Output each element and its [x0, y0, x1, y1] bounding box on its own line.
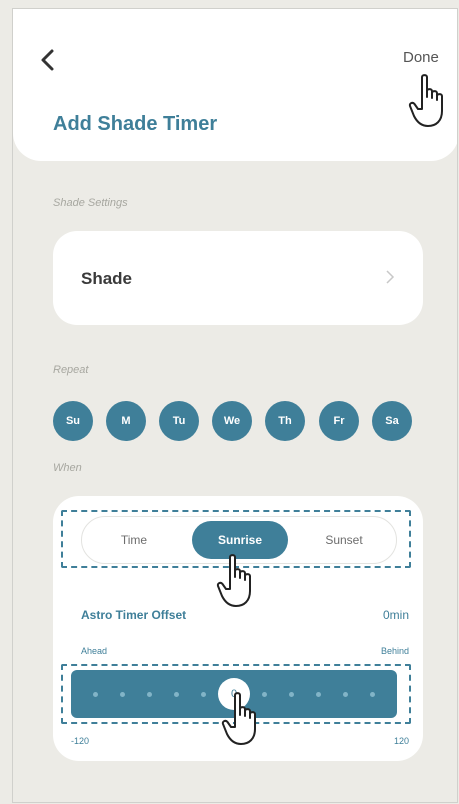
done-button[interactable]: Done	[403, 49, 439, 66]
slider-tick	[174, 692, 179, 697]
slider-max-label: 120	[393, 736, 409, 746]
slider-min-label: -120	[71, 736, 90, 746]
chevron-right-icon	[386, 270, 395, 284]
mode-time[interactable]: Time	[82, 517, 186, 563]
shade-row[interactable]: Shade	[53, 231, 423, 325]
slider-tick	[93, 692, 98, 697]
day-tuesday[interactable]: Tu	[159, 401, 199, 441]
hand-pointer-icon	[216, 554, 251, 607]
behind-label: Behind	[380, 646, 409, 656]
page-title: Add Shade Timer	[53, 113, 218, 135]
phone-screen: Done Add Shade Timer Shade Settings Shad…	[12, 8, 458, 803]
slider-tick	[343, 692, 348, 697]
slider-tick	[316, 692, 321, 697]
day-friday[interactable]: Fr	[319, 401, 359, 441]
slider-tick	[289, 692, 294, 697]
day-saturday[interactable]: Sa	[372, 401, 412, 441]
when-label: When	[53, 462, 82, 474]
hand-pointer-icon	[221, 692, 256, 745]
shade-label: Shade	[81, 269, 133, 288]
slider-tick	[147, 692, 152, 697]
chevron-left-icon	[41, 49, 54, 71]
header: Done Add Shade Timer	[13, 9, 457, 161]
day-thursday[interactable]: Th	[265, 401, 305, 441]
slider-tick	[370, 692, 375, 697]
day-sunday[interactable]: Su	[53, 401, 93, 441]
repeat-days: Su M Tu We Th Fr Sa	[53, 401, 425, 441]
back-button[interactable]	[37, 47, 61, 73]
day-monday[interactable]: M	[106, 401, 146, 441]
ahead-label: Ahead	[81, 646, 108, 656]
shade-settings-label: Shade Settings	[53, 197, 128, 209]
slider-tick	[120, 692, 125, 697]
day-wednesday[interactable]: We	[212, 401, 252, 441]
offset-label: Astro Timer Offset	[81, 608, 187, 622]
hand-pointer-icon	[408, 74, 443, 127]
slider-tick	[201, 692, 206, 697]
offset-value: 0min	[382, 608, 409, 622]
mode-sunset[interactable]: Sunset	[294, 517, 394, 563]
repeat-label: Repeat	[53, 364, 89, 376]
